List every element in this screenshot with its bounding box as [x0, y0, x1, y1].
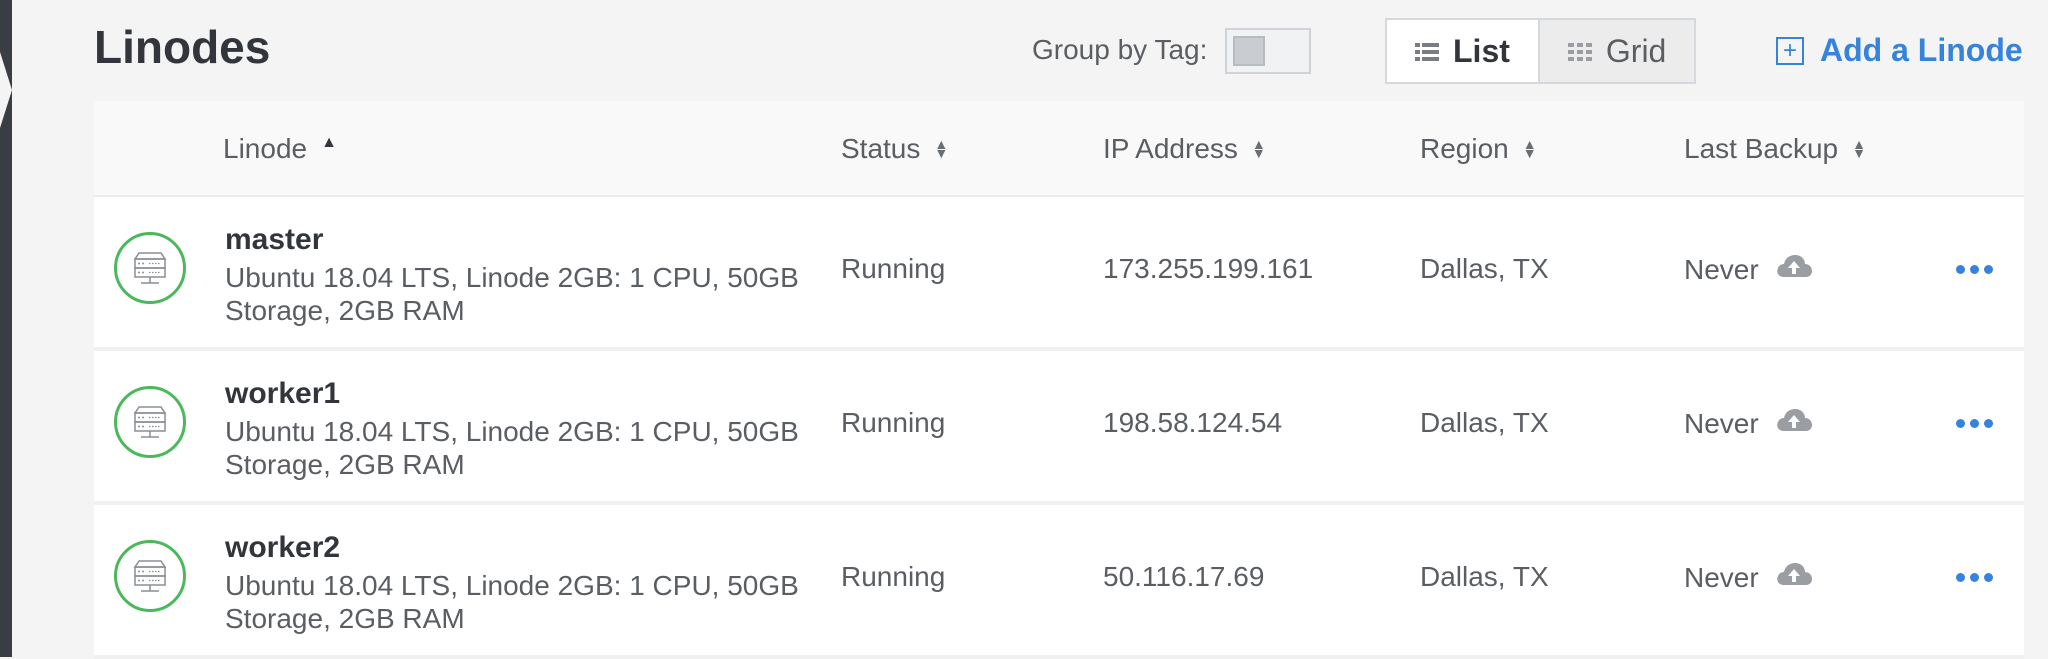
linode-region: Dallas, TX [1420, 561, 1549, 592]
column-header-region[interactable]: Region ▲ ▼ [1420, 133, 1537, 165]
table-body: master Ubuntu 18.04 LTS, Linode 2GB: 1 C… [94, 197, 2024, 659]
server-icon [114, 386, 186, 458]
last-backup-value: Never [1684, 561, 1759, 593]
linode-region: Dallas, TX [1420, 407, 1549, 438]
linode-description: Ubuntu 18.04 LTS, Linode 2GB: 1 CPU, 50G… [225, 570, 799, 634]
linode-name[interactable]: master [225, 223, 323, 257]
more-dot [1956, 419, 1965, 428]
grid-icon [1567, 33, 1592, 70]
cloud-upload-icon[interactable] [1775, 407, 1813, 440]
table-row[interactable]: master Ubuntu 18.04 LTS, Linode 2GB: 1 C… [94, 197, 2024, 351]
more-dot [1984, 265, 1993, 274]
more-dot [1970, 419, 1979, 428]
view-list-label: List [1453, 32, 1510, 69]
side-panel-notch [0, 52, 12, 128]
column-header-ip-address[interactable]: IP Address ▲ ▼ [1103, 133, 1266, 165]
more-dot [1956, 573, 1965, 582]
column-header-linode[interactable]: Linode ▲ [223, 133, 337, 165]
linode-region: Dallas, TX [1420, 253, 1549, 284]
column-header-status[interactable]: Status ▲ ▼ [841, 133, 948, 165]
toggle-knob [1233, 36, 1265, 66]
page-header: Linodes Group by Tag: List Grid + Add a … [94, 0, 2024, 100]
view-switch: List Grid [1385, 18, 1697, 84]
table-header: Linode ▲ Status ▲ ▼ IP Address ▲ ▼ Region … [94, 101, 2024, 197]
cloud-upload-icon[interactable] [1775, 561, 1813, 594]
sort-icon: ▲ ▼ [1251, 136, 1266, 161]
group-by-tag-toggle[interactable] [1225, 28, 1311, 74]
table-row[interactable]: worker2 Ubuntu 18.04 LTS, Linode 2GB: 1 … [94, 505, 2024, 659]
add-linode-button[interactable]: + Add a Linode [1776, 32, 2023, 69]
more-dot [1970, 265, 1979, 274]
linode-last-backup: Never [1684, 253, 1813, 286]
linode-description: Ubuntu 18.04 LTS, Linode 2GB: 1 CPU, 50G… [225, 262, 799, 326]
last-backup-value: Never [1684, 253, 1759, 285]
plus-box-icon: + [1776, 36, 1804, 65]
linodes-table: Linode ▲ Status ▲ ▼ IP Address ▲ ▼ Region … [94, 101, 2024, 659]
server-icon [114, 232, 186, 304]
last-backup-value: Never [1684, 407, 1759, 439]
sort-icon: ▲ ▼ [1852, 136, 1866, 161]
linode-name[interactable]: worker1 [225, 377, 340, 411]
column-header-last-backup[interactable]: Last Backup ▲ ▼ [1684, 133, 1866, 165]
column-header-label: IP Address [1103, 133, 1238, 164]
linode-ip-address: 50.116.17.69 [1103, 561, 1265, 592]
more-actions-icon[interactable] [1956, 265, 1993, 274]
more-actions-icon[interactable] [1956, 419, 1993, 428]
more-dot [1984, 419, 1993, 428]
linode-description: Ubuntu 18.04 LTS, Linode 2GB: 1 CPU, 50G… [225, 416, 799, 480]
cloud-upload-icon[interactable] [1775, 253, 1813, 286]
linode-status: Running [841, 407, 946, 438]
view-list-button[interactable]: List [1387, 20, 1538, 82]
more-actions-icon[interactable] [1956, 573, 1993, 582]
view-grid-button[interactable]: Grid [1537, 20, 1695, 82]
more-dot [1984, 573, 1993, 582]
linode-status: Running [841, 253, 946, 284]
more-dot [1956, 265, 1965, 274]
linode-ip-address: 173.255.199.161 [1103, 253, 1314, 284]
column-header-label: Linode [223, 133, 308, 164]
sort-icon: ▲ ▼ [934, 136, 949, 161]
table-row[interactable]: worker1 Ubuntu 18.04 LTS, Linode 2GB: 1 … [94, 351, 2024, 505]
more-dot [1970, 573, 1979, 582]
sort-ascending-icon: ▲ [321, 134, 337, 151]
column-header-label: Last Backup [1684, 133, 1839, 164]
sort-icon: ▲ ▼ [1522, 136, 1537, 161]
add-linode-label: Add a Linode [1820, 32, 2023, 68]
linode-last-backup: Never [1684, 561, 1813, 594]
group-by-tag-label: Group by Tag: [1032, 34, 1208, 65]
server-icon [114, 540, 186, 612]
linode-ip-address: 198.58.124.54 [1103, 407, 1283, 438]
column-header-label: Status [841, 133, 921, 164]
linode-status: Running [841, 561, 946, 592]
linode-last-backup: Never [1684, 407, 1813, 440]
side-panel-edge [0, 0, 12, 657]
page-title: Linodes [94, 21, 271, 73]
column-header-label: Region [1420, 133, 1509, 164]
linode-name[interactable]: worker2 [225, 531, 340, 565]
view-grid-label: Grid [1605, 32, 1667, 69]
list-icon [1415, 33, 1439, 70]
